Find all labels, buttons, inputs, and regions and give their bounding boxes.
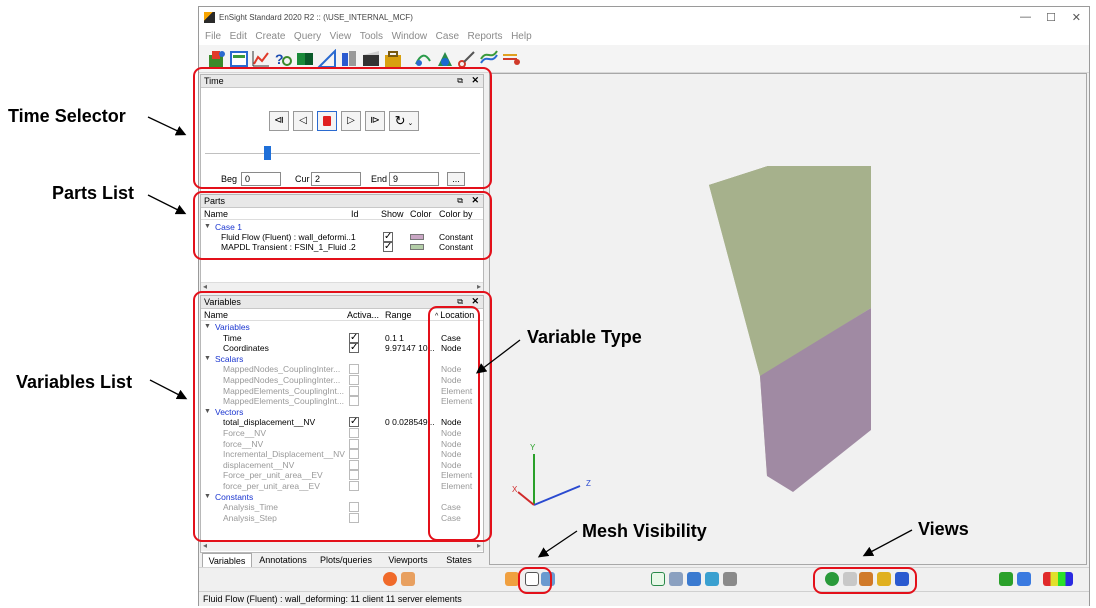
mesh-visibility-arrow — [537, 530, 578, 558]
views-arrow — [862, 529, 913, 557]
annotation-arrows — [147, 116, 913, 558]
variables-list-arrow — [149, 379, 188, 400]
time-selector-arrow — [147, 116, 187, 136]
parts-list-arrow — [147, 194, 187, 215]
variable-type-arrow — [475, 339, 521, 374]
